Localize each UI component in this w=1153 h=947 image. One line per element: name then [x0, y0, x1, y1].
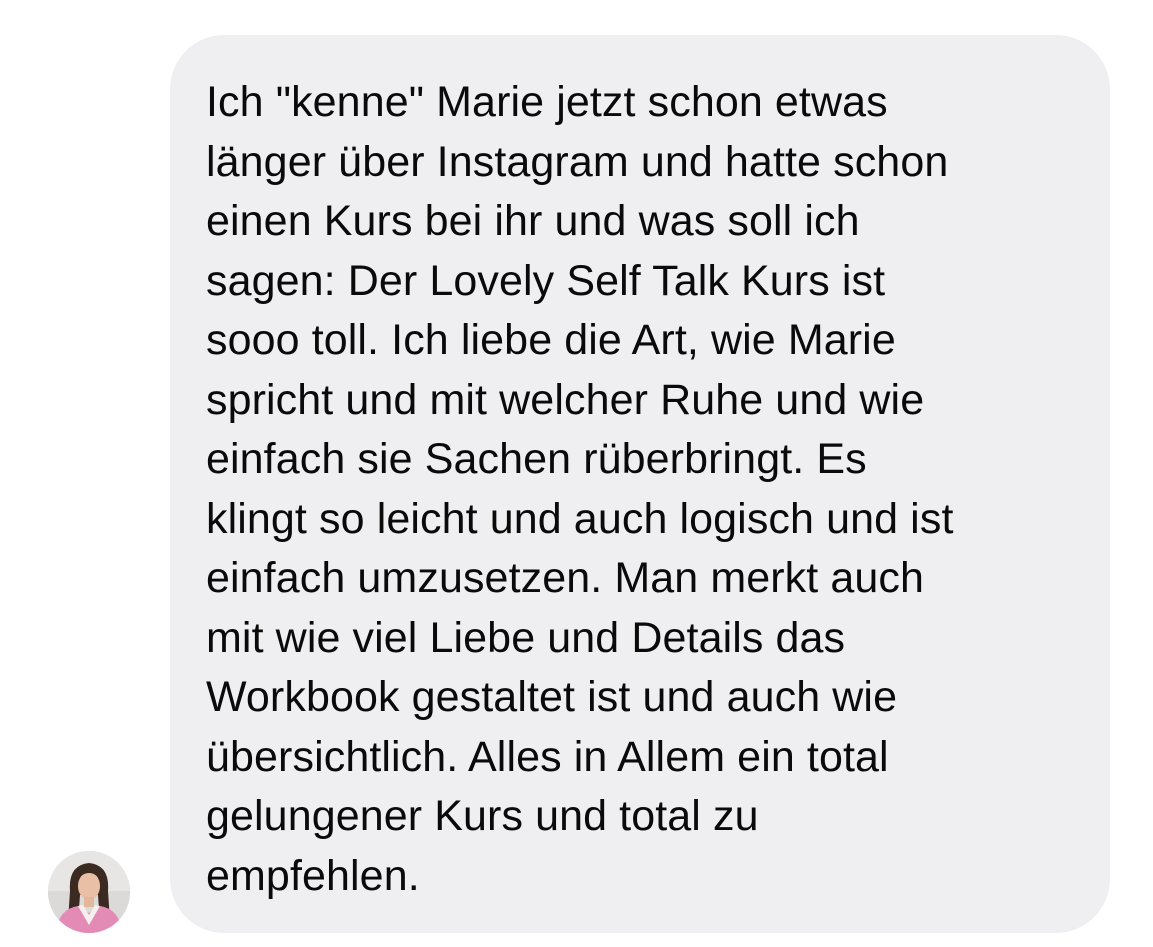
message-text: Ich "kenne" Marie jetzt schon etwas läng…: [206, 78, 954, 900]
message-thread: Ich "kenne" Marie jetzt schon etwas läng…: [0, 0, 1153, 947]
avatar[interactable]: [48, 851, 130, 933]
profile-photo-icon: [48, 851, 130, 933]
message-bubble: Ich "kenne" Marie jetzt schon etwas läng…: [170, 35, 1110, 933]
